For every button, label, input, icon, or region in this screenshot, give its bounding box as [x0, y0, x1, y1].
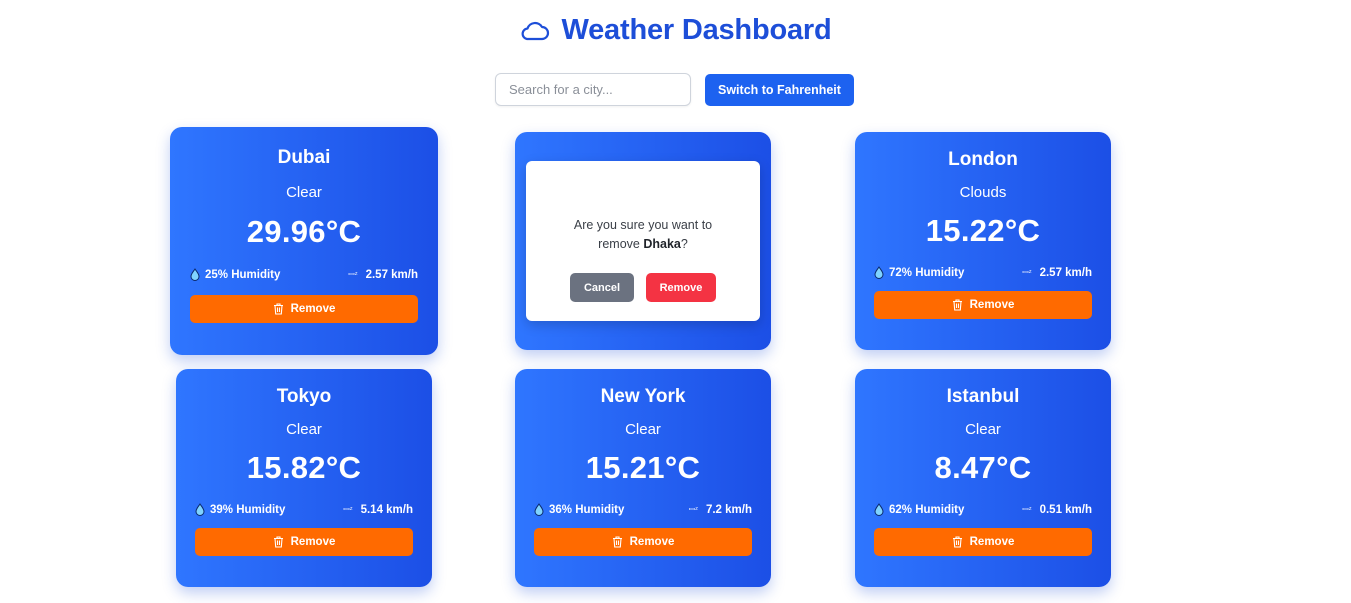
remove-city-button[interactable]: Remove: [534, 528, 752, 556]
weather-card-dhaka: Are you sure you want to remove Dhaka? C…: [515, 132, 771, 350]
wind-icon: ꟷᶻ: [1022, 505, 1032, 514]
remove-label: Remove: [969, 536, 1015, 548]
confirm-remove-dialog: Are you sure you want to remove Dhaka? C…: [526, 161, 760, 321]
humidity-stat: 25% Humidity: [190, 268, 280, 281]
humidity-stat: 72% Humidity: [874, 266, 964, 279]
wind-stat: ꟷᶻ 0.51 km/h: [1022, 504, 1092, 516]
dialog-actions: Cancel Remove: [526, 273, 760, 302]
page-header: Weather Dashboard: [0, 14, 1351, 47]
remove-city-button[interactable]: Remove: [874, 528, 1092, 556]
weather-card-london: London Clouds 15.22°C 72% Humidity ꟷᶻ 2.…: [855, 132, 1111, 350]
card-temperature: 15.21°C: [585, 450, 701, 485]
water-drop-icon: [874, 266, 884, 279]
remove-label: Remove: [969, 299, 1015, 311]
confirm-message: Are you sure you want to remove Dhaka?: [573, 218, 713, 251]
water-drop-icon: [874, 503, 884, 516]
card-city: London: [948, 149, 1018, 170]
weather-card-istanbul: Istanbul Clear 8.47°C 62% Humidity ꟷᶻ 0.…: [855, 369, 1111, 587]
weather-card-new-york: New York Clear 15.21°C 36% Humidity ꟷᶻ 7…: [515, 369, 771, 587]
remove-city-button[interactable]: Remove: [874, 291, 1092, 319]
trash-icon: [273, 536, 283, 548]
card-city: Istanbul: [946, 386, 1020, 407]
card-condition: Clear: [965, 421, 1001, 438]
wind-stat: ꟷᶻ 2.57 km/h: [1022, 267, 1092, 279]
unit-toggle-button[interactable]: Switch to Fahrenheit: [705, 73, 854, 106]
card-city: New York: [600, 386, 686, 407]
trash-icon: [952, 299, 962, 311]
card-temperature: 29.96°C: [246, 214, 362, 249]
remove-city-button[interactable]: Remove: [195, 528, 413, 556]
water-drop-icon: [534, 503, 544, 516]
weather-card-dubai: Dubai Clear 29.96°C 25% Humidity ꟷᶻ 2.57…: [170, 127, 438, 355]
wind-icon: ꟷᶻ: [348, 270, 358, 279]
confirm-city-name: Dhaka: [643, 237, 681, 251]
city-search-input[interactable]: [495, 73, 691, 106]
controls-bar: Switch to Fahrenheit: [495, 73, 854, 106]
remove-label: Remove: [290, 536, 336, 548]
humidity-stat: 36% Humidity: [534, 503, 624, 516]
humidity-stat: 62% Humidity: [874, 503, 964, 516]
card-temperature: 15.22°C: [925, 213, 1041, 248]
wind-icon: ꟷᶻ: [343, 505, 353, 514]
wind-value: 2.57 km/h: [365, 268, 418, 281]
wind-value: 0.51 km/h: [1039, 503, 1092, 516]
trash-icon: [612, 536, 622, 548]
card-city: Tokyo: [276, 386, 332, 407]
wind-value: 5.14 km/h: [360, 503, 413, 516]
humidity-value: 25% Humidity: [205, 268, 281, 281]
page-title: Weather Dashboard: [561, 14, 832, 46]
wind-stat: ꟷᶻ 2.57 km/h: [348, 269, 418, 281]
card-temperature: 15.82°C: [246, 450, 362, 485]
card-temperature: 8.47°C: [934, 450, 1032, 485]
wind-stat: ꟷᶻ 7.2 km/h: [689, 504, 752, 516]
humidity-value: 62% Humidity: [889, 503, 965, 516]
remove-label: Remove: [629, 536, 675, 548]
trash-icon: [952, 536, 962, 548]
humidity-value: 39% Humidity: [210, 503, 286, 516]
wind-icon: ꟷᶻ: [688, 505, 698, 514]
trash-icon: [273, 303, 283, 315]
cloud-icon: [522, 21, 550, 40]
water-drop-icon: [195, 503, 205, 516]
confirm-remove-button[interactable]: Remove: [646, 273, 716, 302]
card-stats: 72% Humidity ꟷᶻ 2.57 km/h: [874, 266, 1092, 279]
card-city: Dubai: [277, 147, 331, 168]
card-condition: Clear: [286, 184, 322, 201]
card-condition: Clear: [286, 421, 322, 438]
wind-value: 2.57 km/h: [1039, 266, 1092, 279]
card-stats: 36% Humidity ꟷᶻ 7.2 km/h: [534, 503, 752, 516]
cancel-button[interactable]: Cancel: [570, 273, 634, 302]
card-stats: 39% Humidity ꟷᶻ 5.14 km/h: [195, 503, 413, 516]
card-condition: Clear: [625, 421, 661, 438]
remove-city-button[interactable]: Remove: [190, 295, 418, 323]
wind-stat: ꟷᶻ 5.14 km/h: [343, 504, 413, 516]
wind-icon: ꟷᶻ: [1022, 268, 1032, 277]
humidity-value: 36% Humidity: [549, 503, 625, 516]
weather-card-tokyo: Tokyo Clear 15.82°C 39% Humidity ꟷᶻ 5.14…: [176, 369, 432, 587]
water-drop-icon: [190, 268, 200, 281]
wind-value: 7.2 km/h: [705, 503, 752, 516]
humidity-stat: 39% Humidity: [195, 503, 285, 516]
card-condition: Clouds: [959, 184, 1007, 201]
card-stats: 62% Humidity ꟷᶻ 0.51 km/h: [874, 503, 1092, 516]
humidity-value: 72% Humidity: [889, 266, 965, 279]
remove-label: Remove: [290, 303, 336, 315]
card-stats: 25% Humidity ꟷᶻ 2.57 km/h: [190, 268, 418, 281]
